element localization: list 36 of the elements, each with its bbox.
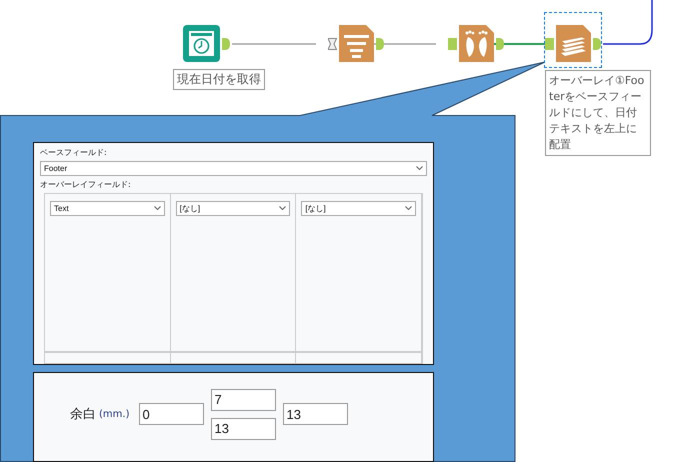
overlay-field-dropdown[interactable]: [なし] <box>176 200 290 216</box>
unit-label: (mm.) <box>99 408 130 420</box>
tool-annotation: 現在日付を取得 <box>173 69 265 90</box>
calendar-clock-icon <box>183 25 220 62</box>
overlay-field-dropdown[interactable]: [なし] <box>301 200 416 216</box>
tool-node[interactable] <box>328 25 384 62</box>
input-anchor-icon <box>328 38 337 50</box>
output-anchor-icon <box>376 38 384 50</box>
tool-node[interactable] <box>448 25 504 62</box>
footprints-icon <box>459 25 494 62</box>
output-anchor-icon <box>222 38 230 50</box>
input-anchor-icon <box>448 38 457 50</box>
filter-lines-icon <box>339 25 374 62</box>
input-anchor-icon <box>545 38 554 50</box>
tool-annotation: オーバーレイ①Footerをベースフィールドにして、日付テキストを左上に配置 <box>545 70 651 156</box>
stacked-sheets-icon <box>556 25 591 62</box>
chevron-down-icon <box>154 206 161 210</box>
connector-line <box>374 43 436 45</box>
tool-node[interactable] <box>183 25 230 62</box>
connector-line <box>603 0 653 45</box>
bottom-margin-input[interactable]: 13 <box>211 418 276 440</box>
output-anchor-icon <box>593 38 601 50</box>
margin-label: 余白 <box>70 406 96 423</box>
left-margin-input[interactable]: 0 <box>139 403 204 425</box>
chevron-down-icon <box>416 166 423 170</box>
overlay-field-dropdown[interactable]: Text <box>50 200 165 216</box>
field-label: オーバーレイフィールド: <box>40 178 132 190</box>
tool-node[interactable] <box>545 13 601 67</box>
top-margin-input[interactable]: 7 <box>211 388 276 410</box>
connector-line <box>494 43 545 45</box>
chevron-down-icon <box>404 206 412 210</box>
chevron-down-icon <box>279 206 286 210</box>
output-anchor-icon <box>496 38 504 50</box>
right-margin-input[interactable]: 13 <box>283 403 348 425</box>
field-label: ベースフィールド: <box>40 147 108 158</box>
base-field-dropdown[interactable]: Footer <box>40 161 427 176</box>
